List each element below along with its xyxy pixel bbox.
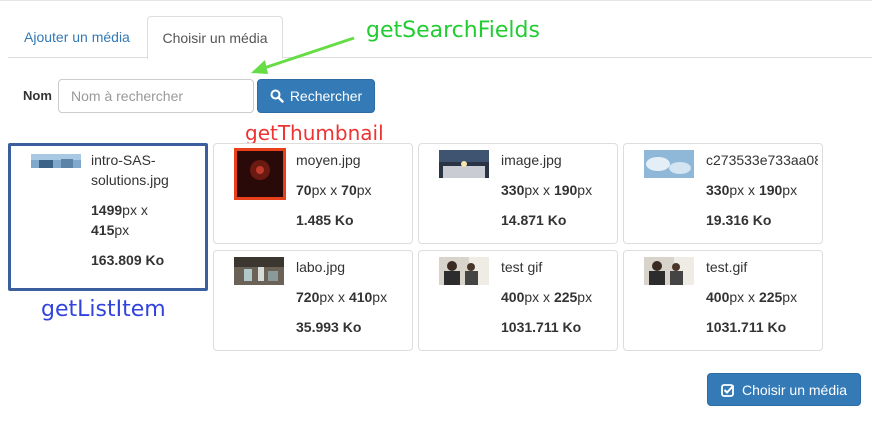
annotation-list-item: getListItem <box>41 297 166 322</box>
annotation-thumbnail: getThumbnail <box>245 121 384 145</box>
thumbnail-image <box>234 148 286 200</box>
search-input[interactable] <box>58 79 254 113</box>
choose-media-button[interactable]: Choisir un média <box>707 373 861 406</box>
media-card-image[interactable]: image.jpg 330px x 190px 14.871 Ko <box>418 143 618 244</box>
media-name: moyen.jpg <box>296 152 361 168</box>
annotation-arrow-icon <box>251 36 355 74</box>
thumbnail-image <box>439 257 489 285</box>
search-label: Nom <box>23 88 52 103</box>
search-button-label: Rechercher <box>289 88 363 104</box>
media-dimensions: 330px x 190px <box>501 182 593 198</box>
media-card-test-gif-2[interactable]: test.gif 400px x 225px 1031.711 Ko <box>623 250 823 351</box>
media-thumbnail <box>644 150 694 178</box>
media-card-test-gif[interactable]: test gif 400px x 225px 1031.711 Ko <box>418 250 618 351</box>
media-card-c273533e733aa08[interactable]: c273533e733aa08 330px x 190px 19.316 Ko <box>623 143 823 244</box>
media-dimensions: 720px x 410px <box>296 289 388 305</box>
media-name: test gif <box>501 259 543 275</box>
thumbnail-image <box>644 150 694 178</box>
media-thumbnail <box>439 150 489 178</box>
media-name: image.jpg <box>501 152 562 168</box>
media-card-labo[interactable]: labo.jpg 720px x 410px 35.993 Ko <box>213 250 413 351</box>
media-dimensions: 400px x 225px <box>706 289 798 305</box>
media-dimensions: 415px <box>91 222 130 238</box>
media-size: 14.871 Ko <box>501 212 567 228</box>
media-name: solutions.jpg <box>91 172 169 188</box>
media-dimensions: 400px x 225px <box>501 289 593 305</box>
thumbnail-image <box>234 257 284 285</box>
media-name: intro-SAS- <box>91 152 156 168</box>
top-divider <box>0 0 872 1</box>
media-thumbnail <box>439 257 489 285</box>
thumbnail-image <box>31 154 81 168</box>
thumbnail-image <box>439 150 489 178</box>
media-thumbnail <box>234 257 284 285</box>
media-size: 19.316 Ko <box>706 212 772 228</box>
search-button[interactable]: Rechercher <box>257 79 375 113</box>
media-card-moyen[interactable]: moyen.jpg 70px x 70px 1.485 Ko <box>213 143 413 244</box>
media-thumbnail <box>234 148 286 200</box>
search-icon <box>270 89 284 103</box>
media-dimensions: 1499px x <box>91 202 148 218</box>
media-dimensions: 330px x 190px <box>706 182 798 198</box>
choose-media-button-label: Choisir un média <box>741 381 848 398</box>
media-name: c273533e733aa08 <box>706 152 818 168</box>
check-square-icon <box>721 383 735 397</box>
media-name: labo.jpg <box>296 259 346 275</box>
media-thumbnail <box>31 154 81 168</box>
media-name: test.gif <box>706 259 748 275</box>
media-dimensions: 70px x 70px <box>296 182 372 198</box>
media-size: 1031.711 Ko <box>706 319 787 335</box>
media-size: 1.485 Ko <box>296 212 354 228</box>
media-size: 35.993 Ko <box>296 319 362 335</box>
media-size: 163.809 Ko <box>91 252 165 268</box>
thumbnail-image <box>644 257 694 285</box>
media-size: 1031.711 Ko <box>501 319 582 335</box>
media-thumbnail <box>644 257 694 285</box>
tab-add-media[interactable]: Ajouter un média <box>8 16 146 58</box>
annotation-search-fields: getSearchFields <box>366 18 540 43</box>
media-card-intro-sas[interactable]: intro-SAS- solutions.jpg 1499px x 415px … <box>8 143 208 291</box>
